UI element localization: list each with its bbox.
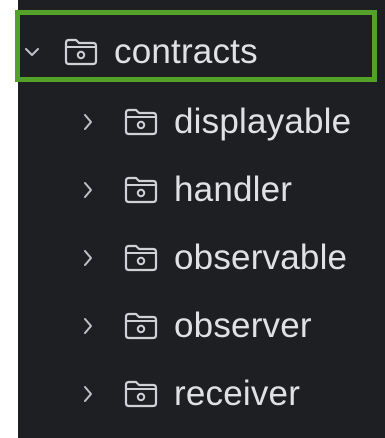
- folder-icon: [122, 243, 160, 273]
- tree-node-displayable[interactable]: displayable: [18, 88, 385, 156]
- folder-icon: [122, 175, 160, 205]
- tree-node-label: observer: [174, 306, 312, 345]
- chevron-right-icon[interactable]: [80, 108, 96, 136]
- folder-icon: [122, 311, 160, 341]
- chevron-right-icon[interactable]: [80, 176, 96, 204]
- chevron-right-icon[interactable]: [80, 380, 96, 408]
- folder-icon: [122, 379, 160, 409]
- project-tree: contracts displayable handler observable…: [18, 0, 385, 438]
- tree-node-label: receiver: [174, 374, 301, 413]
- tree-node-handler[interactable]: handler: [18, 156, 385, 224]
- chevron-down-icon[interactable]: [24, 38, 40, 66]
- tree-node-contracts[interactable]: contracts: [18, 18, 385, 86]
- folder-icon: [122, 107, 160, 137]
- tree-node-observable[interactable]: observable: [18, 224, 385, 292]
- tree-node-label: observable: [174, 238, 348, 277]
- chevron-right-icon[interactable]: [80, 244, 96, 272]
- tree-node-observer[interactable]: observer: [18, 292, 385, 360]
- chevron-right-icon[interactable]: [80, 312, 96, 340]
- tree-node-label: displayable: [174, 102, 352, 141]
- tree-node-label: contracts: [114, 32, 258, 71]
- tree-node-receiver[interactable]: receiver: [18, 360, 385, 428]
- tree-node-label: handler: [174, 170, 293, 209]
- folder-icon: [62, 37, 100, 67]
